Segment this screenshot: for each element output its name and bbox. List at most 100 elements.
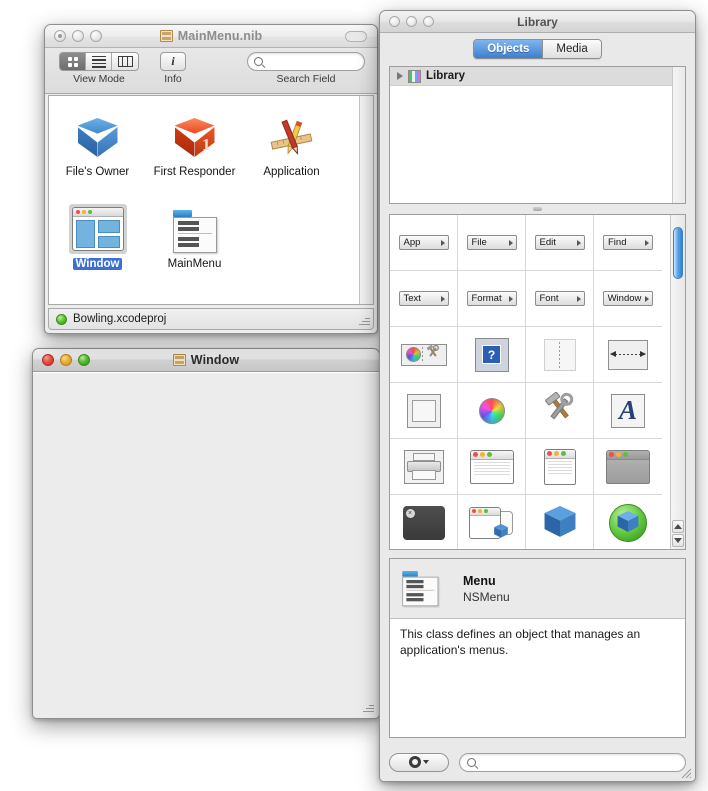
printer-icon bbox=[406, 452, 441, 481]
palette-item-green-cube[interactable] bbox=[594, 495, 662, 549]
library-window[interactable]: Library Objects Media Library App File E… bbox=[379, 10, 696, 782]
palette-item-print[interactable] bbox=[390, 439, 458, 495]
library-tree[interactable]: Library bbox=[389, 66, 686, 204]
library-resize-grip[interactable] bbox=[680, 766, 692, 779]
search-field[interactable] bbox=[247, 52, 365, 71]
color-wheel-icon bbox=[478, 397, 505, 424]
palette-item-object[interactable] bbox=[526, 495, 594, 549]
blue-cube-icon bbox=[493, 523, 509, 539]
palette-item-format-menu[interactable]: Format bbox=[458, 271, 526, 327]
palette-item-help-panel[interactable]: ? bbox=[458, 327, 526, 383]
textured-window-icon bbox=[606, 449, 650, 484]
nib-object-label: File's Owner bbox=[65, 166, 130, 178]
nib-object-item[interactable]: 1 First Responder bbox=[146, 104, 243, 180]
palette-row: A bbox=[390, 383, 669, 439]
scroll-up-button[interactable] bbox=[672, 520, 684, 533]
scroll-down-button[interactable] bbox=[672, 534, 684, 547]
font-a-icon: A bbox=[611, 393, 645, 428]
palette-item-flexible-space[interactable] bbox=[594, 327, 662, 383]
nib-object-item[interactable]: MainMenu bbox=[146, 196, 243, 272]
nib-titlebar[interactable]: MainMenu.nib bbox=[45, 25, 377, 48]
chevron-right-icon bbox=[576, 295, 581, 302]
window-document-canvas[interactable] bbox=[33, 372, 379, 718]
nib-object-item[interactable]: Application bbox=[243, 104, 340, 180]
nib-resize-grip[interactable] bbox=[358, 314, 370, 326]
detail-names: Menu NSMenu bbox=[463, 574, 510, 604]
zoom-button-icon[interactable] bbox=[78, 354, 90, 366]
palette-item-textured-window[interactable] bbox=[594, 439, 662, 495]
scrollbar-arrows[interactable] bbox=[672, 519, 684, 547]
palette-item-app-menu[interactable]: App bbox=[390, 215, 458, 271]
nib-objects-row: Window MainMenu bbox=[49, 196, 357, 272]
minimize-button-icon[interactable] bbox=[60, 354, 72, 366]
library-titlebar[interactable]: Library bbox=[380, 11, 695, 33]
info-label: Info bbox=[164, 73, 182, 85]
window-document-titlebar[interactable]: Window bbox=[33, 349, 379, 372]
library-palette[interactable]: App File Edit Find Text Format Font Wind… bbox=[389, 214, 686, 550]
nib-vertical-scrollbar[interactable] bbox=[359, 96, 373, 304]
close-button-icon[interactable] bbox=[54, 30, 66, 42]
library-splitter[interactable] bbox=[389, 204, 686, 214]
palette-item-panel[interactable] bbox=[526, 439, 594, 495]
palette-item-window[interactable] bbox=[458, 439, 526, 495]
nib-object-item[interactable]: Window bbox=[49, 196, 146, 272]
palette-item-text-menu[interactable]: Text bbox=[390, 271, 458, 327]
scrollbar-thumb[interactable] bbox=[673, 227, 683, 279]
view-mode-label: View Mode bbox=[73, 73, 125, 85]
window-document-resize-grip[interactable] bbox=[362, 701, 374, 713]
view-mode-column-button[interactable] bbox=[112, 53, 138, 70]
info-button[interactable]: i bbox=[160, 52, 186, 71]
toolbar-toggle-button[interactable] bbox=[345, 31, 367, 42]
palette-item-colors[interactable] bbox=[458, 383, 526, 439]
tree-row-library[interactable]: Library bbox=[390, 67, 685, 86]
nib-traffic-lights[interactable] bbox=[54, 30, 102, 42]
palette-item-find-menu[interactable]: Find bbox=[594, 215, 662, 271]
palette-item-hud-panel[interactable]: × bbox=[390, 495, 458, 549]
palette-item-toolbar[interactable] bbox=[390, 327, 458, 383]
detail-header: Menu NSMenu bbox=[390, 559, 685, 619]
palette-item-custom-view[interactable] bbox=[390, 383, 458, 439]
tree-vertical-scrollbar[interactable] bbox=[672, 67, 685, 203]
palette-item-drawer[interactable] bbox=[458, 495, 526, 549]
nib-object-canvas[interactable]: File's Owner 1 First Responder Applicati… bbox=[48, 95, 374, 305]
double-arrow-icon bbox=[610, 351, 646, 357]
palette-item-font-menu[interactable]: Font bbox=[526, 271, 594, 327]
palette-item-file-menu[interactable]: File bbox=[458, 215, 526, 271]
view-mode-segmented-control[interactable] bbox=[59, 52, 139, 71]
nib-object-item[interactable]: File's Owner bbox=[49, 104, 146, 180]
disclosure-triangle-icon[interactable] bbox=[397, 72, 403, 80]
palette-item-window-menu[interactable]: Window bbox=[594, 271, 662, 327]
splitter-handle-icon[interactable] bbox=[533, 207, 542, 211]
search-icon bbox=[254, 57, 263, 66]
view-mode-icon-button[interactable] bbox=[60, 53, 86, 70]
tab-media[interactable]: Media bbox=[543, 40, 601, 58]
column-view-icon bbox=[117, 56, 133, 67]
detail-object-class: NSMenu bbox=[463, 589, 510, 604]
palette-vertical-scrollbar[interactable] bbox=[670, 215, 685, 549]
list-view-icon bbox=[91, 54, 106, 70]
library-search-input[interactable] bbox=[459, 752, 686, 772]
close-button-icon[interactable] bbox=[42, 354, 54, 366]
palette-item-separator[interactable] bbox=[526, 327, 594, 383]
library-body: Objects Media Library App File Edit Find… bbox=[380, 33, 695, 781]
chevron-down-icon bbox=[423, 760, 429, 764]
palette-item-edit-menu[interactable]: Edit bbox=[526, 215, 594, 271]
nib-toolbar: View Mode i Info Search Field bbox=[45, 48, 377, 94]
minimize-button-icon[interactable] bbox=[72, 30, 84, 42]
window-document[interactable]: Window bbox=[32, 348, 380, 719]
palette-item-customize[interactable] bbox=[526, 383, 594, 439]
action-menu-button[interactable] bbox=[389, 752, 449, 772]
library-tab-group[interactable]: Objects Media bbox=[473, 39, 602, 59]
palette-row: ? bbox=[390, 327, 669, 383]
zoom-button-icon[interactable] bbox=[90, 30, 102, 42]
window-document-traffic-lights[interactable] bbox=[42, 354, 90, 366]
tab-objects[interactable]: Objects bbox=[474, 40, 544, 58]
mainmenu-nib-window[interactable]: MainMenu.nib View Mode i Info Search Fie… bbox=[44, 24, 378, 334]
view-mode-list-button[interactable] bbox=[86, 53, 112, 70]
dotted-separator-icon bbox=[543, 338, 576, 371]
separator-icon bbox=[422, 346, 424, 363]
search-field-label: Search Field bbox=[276, 73, 336, 85]
menu-button-icon: Edit bbox=[534, 235, 585, 250]
palette-item-fonts[interactable]: A bbox=[594, 383, 662, 439]
window-document-title-text: Window bbox=[190, 353, 240, 367]
